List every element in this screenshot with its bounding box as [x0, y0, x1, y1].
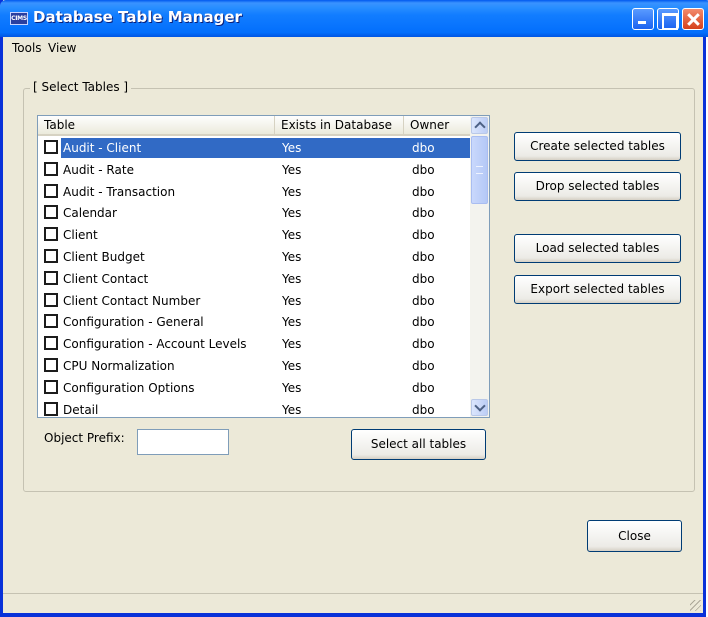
exists-in-database-cell: Yes: [282, 315, 302, 330]
exists-in-database-cell: Yes: [282, 402, 302, 417]
table-name-cell: CPU Normalization: [63, 358, 175, 373]
object-prefix-label: Object Prefix:: [44, 431, 125, 445]
column-header-exists-in-database[interactable]: Exists in Database: [275, 116, 404, 135]
row-checkbox[interactable]: [44, 183, 58, 198]
row-checkbox[interactable]: [44, 314, 58, 329]
table-row[interactable]: Calendar Yes dbo: [38, 202, 470, 224]
drop-selected-tables-button[interactable]: Drop selected tables: [514, 172, 681, 201]
maximize-button[interactable]: [657, 8, 679, 30]
table-row[interactable]: Audit - Transaction Yes dbo: [38, 181, 470, 203]
row-checkbox[interactable]: [44, 161, 58, 176]
owner-cell: dbo: [412, 358, 435, 373]
table-name-cell: Client Contact Number: [63, 293, 201, 308]
exists-in-database-cell: Yes: [282, 162, 302, 177]
table-row[interactable]: Configuration Options Yes dbo: [38, 377, 470, 399]
table-name-cell: Client Contact: [63, 271, 149, 286]
table-name-cell: Configuration Options: [63, 380, 195, 395]
row-checkbox[interactable]: [44, 292, 58, 307]
column-header-table[interactable]: Table: [38, 116, 275, 135]
table-row[interactable]: Detail Yes dbo: [38, 399, 470, 417]
exists-in-database-cell: Yes: [282, 206, 302, 221]
exists-in-database-cell: Yes: [282, 228, 302, 243]
window-title: Database Table Manager: [33, 8, 242, 26]
app-icon: CIMS: [10, 12, 28, 25]
row-checkbox[interactable]: [44, 140, 58, 154]
tables-list-view[interactable]: Table Exists in Database Owner Audit - C…: [37, 115, 490, 418]
list-header: Table Exists in Database Owner: [38, 116, 470, 136]
row-checkbox[interactable]: [44, 401, 58, 416]
table-name-cell: Configuration - General: [63, 315, 204, 330]
table-name-cell: Configuration - Account Levels: [63, 337, 247, 352]
table-name-cell: Audit - Rate: [63, 162, 134, 177]
exists-in-database-cell: Yes: [282, 141, 302, 155]
owner-cell: dbo: [412, 315, 435, 330]
title-bar[interactable]: CIMS Database Table Manager: [0, 0, 708, 37]
load-selected-tables-button[interactable]: Load selected tables: [514, 234, 681, 263]
table-row[interactable]: Client Yes dbo: [38, 224, 470, 246]
owner-cell: dbo: [412, 402, 435, 417]
table-name-cell: Detail: [63, 402, 99, 417]
menu-bar: Tools View: [6, 38, 706, 58]
exists-in-database-cell: Yes: [282, 249, 302, 264]
object-prefix-input[interactable]: [137, 429, 229, 455]
owner-cell: dbo: [412, 249, 435, 264]
vertical-scrollbar[interactable]: [470, 116, 489, 417]
table-row[interactable]: Client Contact Yes dbo: [38, 268, 470, 290]
row-checkbox[interactable]: [44, 270, 58, 285]
menu-view[interactable]: View: [48, 41, 76, 55]
menu-tools[interactable]: Tools: [12, 41, 42, 55]
create-selected-tables-button[interactable]: Create selected tables: [514, 132, 681, 161]
exists-in-database-cell: Yes: [282, 184, 302, 199]
owner-cell: dbo: [412, 293, 435, 308]
row-checkbox[interactable]: [44, 357, 58, 372]
owner-cell: dbo: [412, 162, 435, 177]
exists-in-database-cell: Yes: [282, 358, 302, 373]
row-checkbox[interactable]: [44, 379, 58, 394]
exists-in-database-cell: Yes: [282, 337, 302, 352]
row-checkbox[interactable]: [44, 336, 58, 351]
scroll-down-button[interactable]: [471, 399, 488, 416]
table-row[interactable]: Client Budget Yes dbo: [38, 246, 470, 268]
table-row[interactable]: Configuration - General Yes dbo: [38, 311, 470, 333]
minimize-button[interactable]: [632, 8, 654, 30]
owner-cell: dbo: [412, 141, 435, 155]
scroll-up-button[interactable]: [471, 117, 488, 134]
owner-cell: dbo: [412, 184, 435, 199]
row-checkbox[interactable]: [44, 205, 58, 220]
close-button[interactable]: Close: [587, 520, 682, 552]
owner-cell: dbo: [412, 380, 435, 395]
table-row[interactable]: Audit - Client Yes dbo: [38, 137, 470, 159]
table-name-cell: Audit - Client: [63, 141, 142, 155]
exists-in-database-cell: Yes: [282, 380, 302, 395]
table-name-cell: Audit - Transaction: [63, 184, 176, 199]
owner-cell: dbo: [412, 206, 435, 221]
resize-grip-icon[interactable]: [690, 600, 701, 611]
list-rows: Audit - Client Yes dbo Audit - Rate Yes dbo Au…: [38, 137, 470, 417]
owner-cell: dbo: [412, 228, 435, 243]
exists-in-database-cell: Yes: [282, 293, 302, 308]
table-row[interactable]: Client Contact Number Yes dbo: [38, 290, 470, 312]
owner-cell: dbo: [412, 337, 435, 352]
table-name-cell: Client: [63, 228, 98, 243]
table-name-cell: Calendar: [63, 206, 117, 221]
table-row[interactable]: Audit - Rate Yes dbo: [38, 159, 470, 181]
exists-in-database-cell: Yes: [282, 271, 302, 286]
select-all-tables-button[interactable]: Select all tables: [351, 429, 486, 460]
status-bar: [3, 593, 703, 613]
owner-cell: dbo: [412, 271, 435, 286]
close-window-button[interactable]: [682, 8, 704, 30]
select-tables-group-title: [ Select Tables ]: [30, 80, 132, 94]
scroll-thumb[interactable]: [471, 136, 488, 204]
row-checkbox[interactable]: [44, 227, 58, 242]
export-selected-tables-button[interactable]: Export selected tables: [514, 275, 681, 304]
table-row[interactable]: Configuration - Account Levels Yes dbo: [38, 333, 470, 355]
table-row[interactable]: CPU Normalization Yes dbo: [38, 355, 470, 377]
table-name-cell: Client Budget: [63, 249, 145, 264]
row-checkbox[interactable]: [44, 248, 58, 263]
column-header-owner[interactable]: Owner: [404, 116, 470, 135]
